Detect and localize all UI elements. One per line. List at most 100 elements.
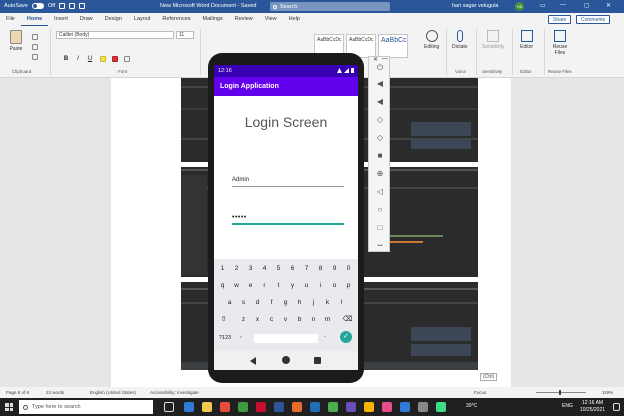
key[interactable]: n (308, 313, 319, 327)
key[interactable]: 4 (259, 262, 270, 276)
accessibility-status[interactable]: Accessibility: Investigate (150, 390, 199, 395)
key[interactable]: 6 (287, 262, 298, 276)
key[interactable]: a (224, 296, 235, 310)
home-icon[interactable]: ○ (375, 205, 385, 215)
undo-icon[interactable] (69, 3, 76, 9)
android-studio-icon[interactable] (328, 402, 338, 412)
font-color-icon[interactable] (112, 56, 118, 62)
reuse-files-button[interactable]: Reuse Files (551, 30, 569, 56)
key[interactable]: r (259, 279, 270, 293)
tab-home[interactable]: Home (20, 13, 49, 26)
format-painter-icon[interactable] (32, 54, 38, 60)
key[interactable]: u (301, 279, 312, 293)
app-icon[interactable] (256, 402, 266, 412)
key[interactable]: z (238, 313, 249, 327)
key[interactable]: 7 (301, 262, 312, 276)
close-button[interactable]: ✕ (606, 2, 611, 9)
notifications-icon[interactable] (613, 403, 620, 411)
volume-up-icon[interactable]: ◀ (375, 79, 385, 89)
ribbon-display-icon[interactable]: ▭ (540, 2, 546, 9)
autosave-toggle[interactable] (31, 3, 44, 9)
tab-draw[interactable]: Draw (74, 13, 99, 26)
key[interactable]: q (217, 279, 228, 293)
comma-key[interactable]: , (240, 332, 242, 339)
more-icon[interactable]: ••• (375, 241, 385, 251)
comments-button[interactable]: Comments (576, 15, 611, 24)
tab-review[interactable]: Review (229, 13, 259, 26)
redo-icon[interactable] (79, 3, 86, 9)
key[interactable]: s (238, 296, 249, 310)
zoom-level[interactable]: 119% (602, 390, 613, 395)
clear-format-icon[interactable] (124, 56, 130, 62)
zoom-slider-handle[interactable] (559, 390, 561, 395)
save-icon[interactable] (59, 3, 66, 9)
app-icon[interactable] (346, 402, 356, 412)
back-icon[interactable] (250, 357, 256, 365)
edge-icon[interactable] (184, 402, 194, 412)
word-count[interactable]: 22 words (46, 390, 64, 395)
underline-button[interactable]: U (86, 55, 94, 63)
font-name-box[interactable]: Calibri (Body) (56, 31, 174, 39)
input-language[interactable]: ENG (562, 403, 573, 409)
emulator-close-button[interactable]: ✕ (373, 56, 378, 63)
key[interactable]: h (294, 296, 305, 310)
symbols-key[interactable]: ?123 (218, 331, 232, 345)
restore-button[interactable]: ▢ (584, 2, 590, 9)
paste-options-button[interactable]: (Ctrl) (480, 373, 498, 381)
editing-button[interactable]: Editing (424, 30, 439, 50)
tab-references[interactable]: References (156, 13, 196, 26)
key[interactable]: c (266, 313, 277, 327)
chrome-icon[interactable] (220, 402, 230, 412)
key[interactable]: 8 (315, 262, 326, 276)
key[interactable]: y (287, 279, 298, 293)
key[interactable]: p (343, 279, 354, 293)
key[interactable]: f (266, 296, 277, 310)
key[interactable]: l (336, 296, 347, 310)
page-count[interactable]: Page 8 of 8 (6, 390, 29, 395)
tab-help[interactable]: Help (283, 13, 306, 26)
taskbar-search-box[interactable]: Type here to search (19, 400, 153, 414)
key[interactable]: i (315, 279, 326, 293)
app-icon[interactable] (310, 402, 320, 412)
rotate-right-icon[interactable]: ◇ (375, 133, 385, 143)
shift-key[interactable]: ⇧ (218, 313, 229, 327)
key[interactable]: w (231, 279, 242, 293)
app-icon[interactable] (364, 402, 374, 412)
copy-icon[interactable] (32, 44, 38, 50)
zoom-icon[interactable]: ⊕ (375, 169, 385, 179)
tab-insert[interactable]: Insert (48, 13, 74, 26)
key[interactable]: o (329, 279, 340, 293)
emulator-icon[interactable] (436, 402, 446, 412)
minimize-button[interactable]: — (560, 2, 566, 8)
app-icon[interactable] (238, 402, 248, 412)
volume-down-icon[interactable]: ◀ (375, 97, 385, 107)
key[interactable]: e (245, 279, 256, 293)
cut-icon[interactable] (32, 34, 38, 40)
key[interactable]: 3 (245, 262, 256, 276)
weather-status[interactable]: 30°C (466, 403, 477, 409)
dictate-button[interactable]: Dictate (452, 30, 468, 50)
word-icon[interactable] (274, 402, 284, 412)
tab-view[interactable]: View (259, 13, 283, 26)
key[interactable]: g (280, 296, 291, 310)
emulator-minimize-button[interactable]: — (382, 56, 388, 62)
italic-button[interactable]: I (74, 55, 82, 63)
focus-button[interactable]: Focus (474, 390, 486, 395)
app-icon[interactable] (400, 402, 410, 412)
tab-file[interactable]: File (0, 13, 21, 26)
key[interactable]: b (294, 313, 305, 327)
key[interactable]: 9 (329, 262, 340, 276)
key[interactable]: d (252, 296, 263, 310)
highlight-icon[interactable] (100, 56, 106, 62)
emulator-screen[interactable]: 12:16 Login Application Login Screen Adm… (214, 65, 358, 370)
key[interactable]: m (322, 313, 333, 327)
enter-key[interactable]: ✓ (340, 331, 352, 343)
space-key[interactable] (254, 334, 318, 343)
avatar[interactable]: HS (515, 2, 524, 11)
language-status[interactable]: English (United States) (90, 390, 136, 395)
key[interactable]: x (252, 313, 263, 327)
password-input[interactable]: ••••• (232, 214, 344, 221)
delete-key[interactable]: ⌫ (342, 313, 353, 327)
camera-icon[interactable]: ■ (375, 151, 385, 161)
editor-button[interactable]: Editor (520, 30, 533, 50)
